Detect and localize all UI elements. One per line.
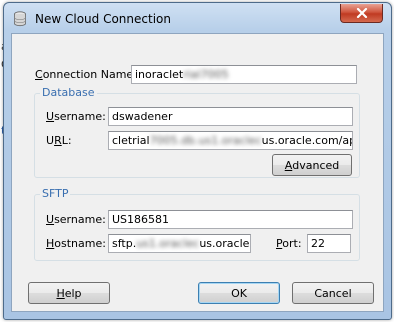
database-username-label: Username:	[46, 110, 106, 123]
ok-button[interactable]: OK	[198, 282, 280, 304]
port-label: Port:	[276, 237, 302, 250]
help-button[interactable]: Help	[28, 282, 110, 304]
port-field[interactable]: 22	[307, 234, 351, 253]
dialog-content: Connection Name: inoracletrial7005 Datab…	[11, 33, 384, 312]
sftp-username-field[interactable]: US186581	[108, 210, 353, 229]
hostname-label: Hostname:	[46, 237, 106, 250]
url-field[interactable]: cletrial7005.db.us1.oraclecus.oracle.com…	[108, 131, 353, 150]
connection-name-field[interactable]: inoracletrial7005	[131, 65, 357, 84]
dialog-title: New Cloud Connection	[35, 12, 171, 26]
connection-name-label: Connection Name:	[35, 68, 137, 81]
database-group-title: Database	[40, 86, 97, 99]
dialog-titlebar[interactable]: New Cloud Connection	[4, 3, 391, 33]
cancel-button[interactable]: Cancel	[292, 282, 374, 304]
database-icon	[13, 11, 27, 27]
database-username-field[interactable]: dswadener	[108, 107, 353, 126]
hostname-field[interactable]: sftp.us1.oraclecus.oracle.cc	[108, 234, 251, 253]
close-button[interactable]	[340, 4, 383, 23]
close-icon	[356, 8, 367, 18]
url-label: URL:	[46, 134, 72, 147]
sftp-group-title: SFTP	[40, 187, 71, 200]
advanced-button[interactable]: Advanced	[272, 154, 352, 176]
new-cloud-connection-dialog: New Cloud Connection Connection Name: in…	[3, 2, 392, 320]
sftp-username-label: Username:	[46, 213, 106, 226]
